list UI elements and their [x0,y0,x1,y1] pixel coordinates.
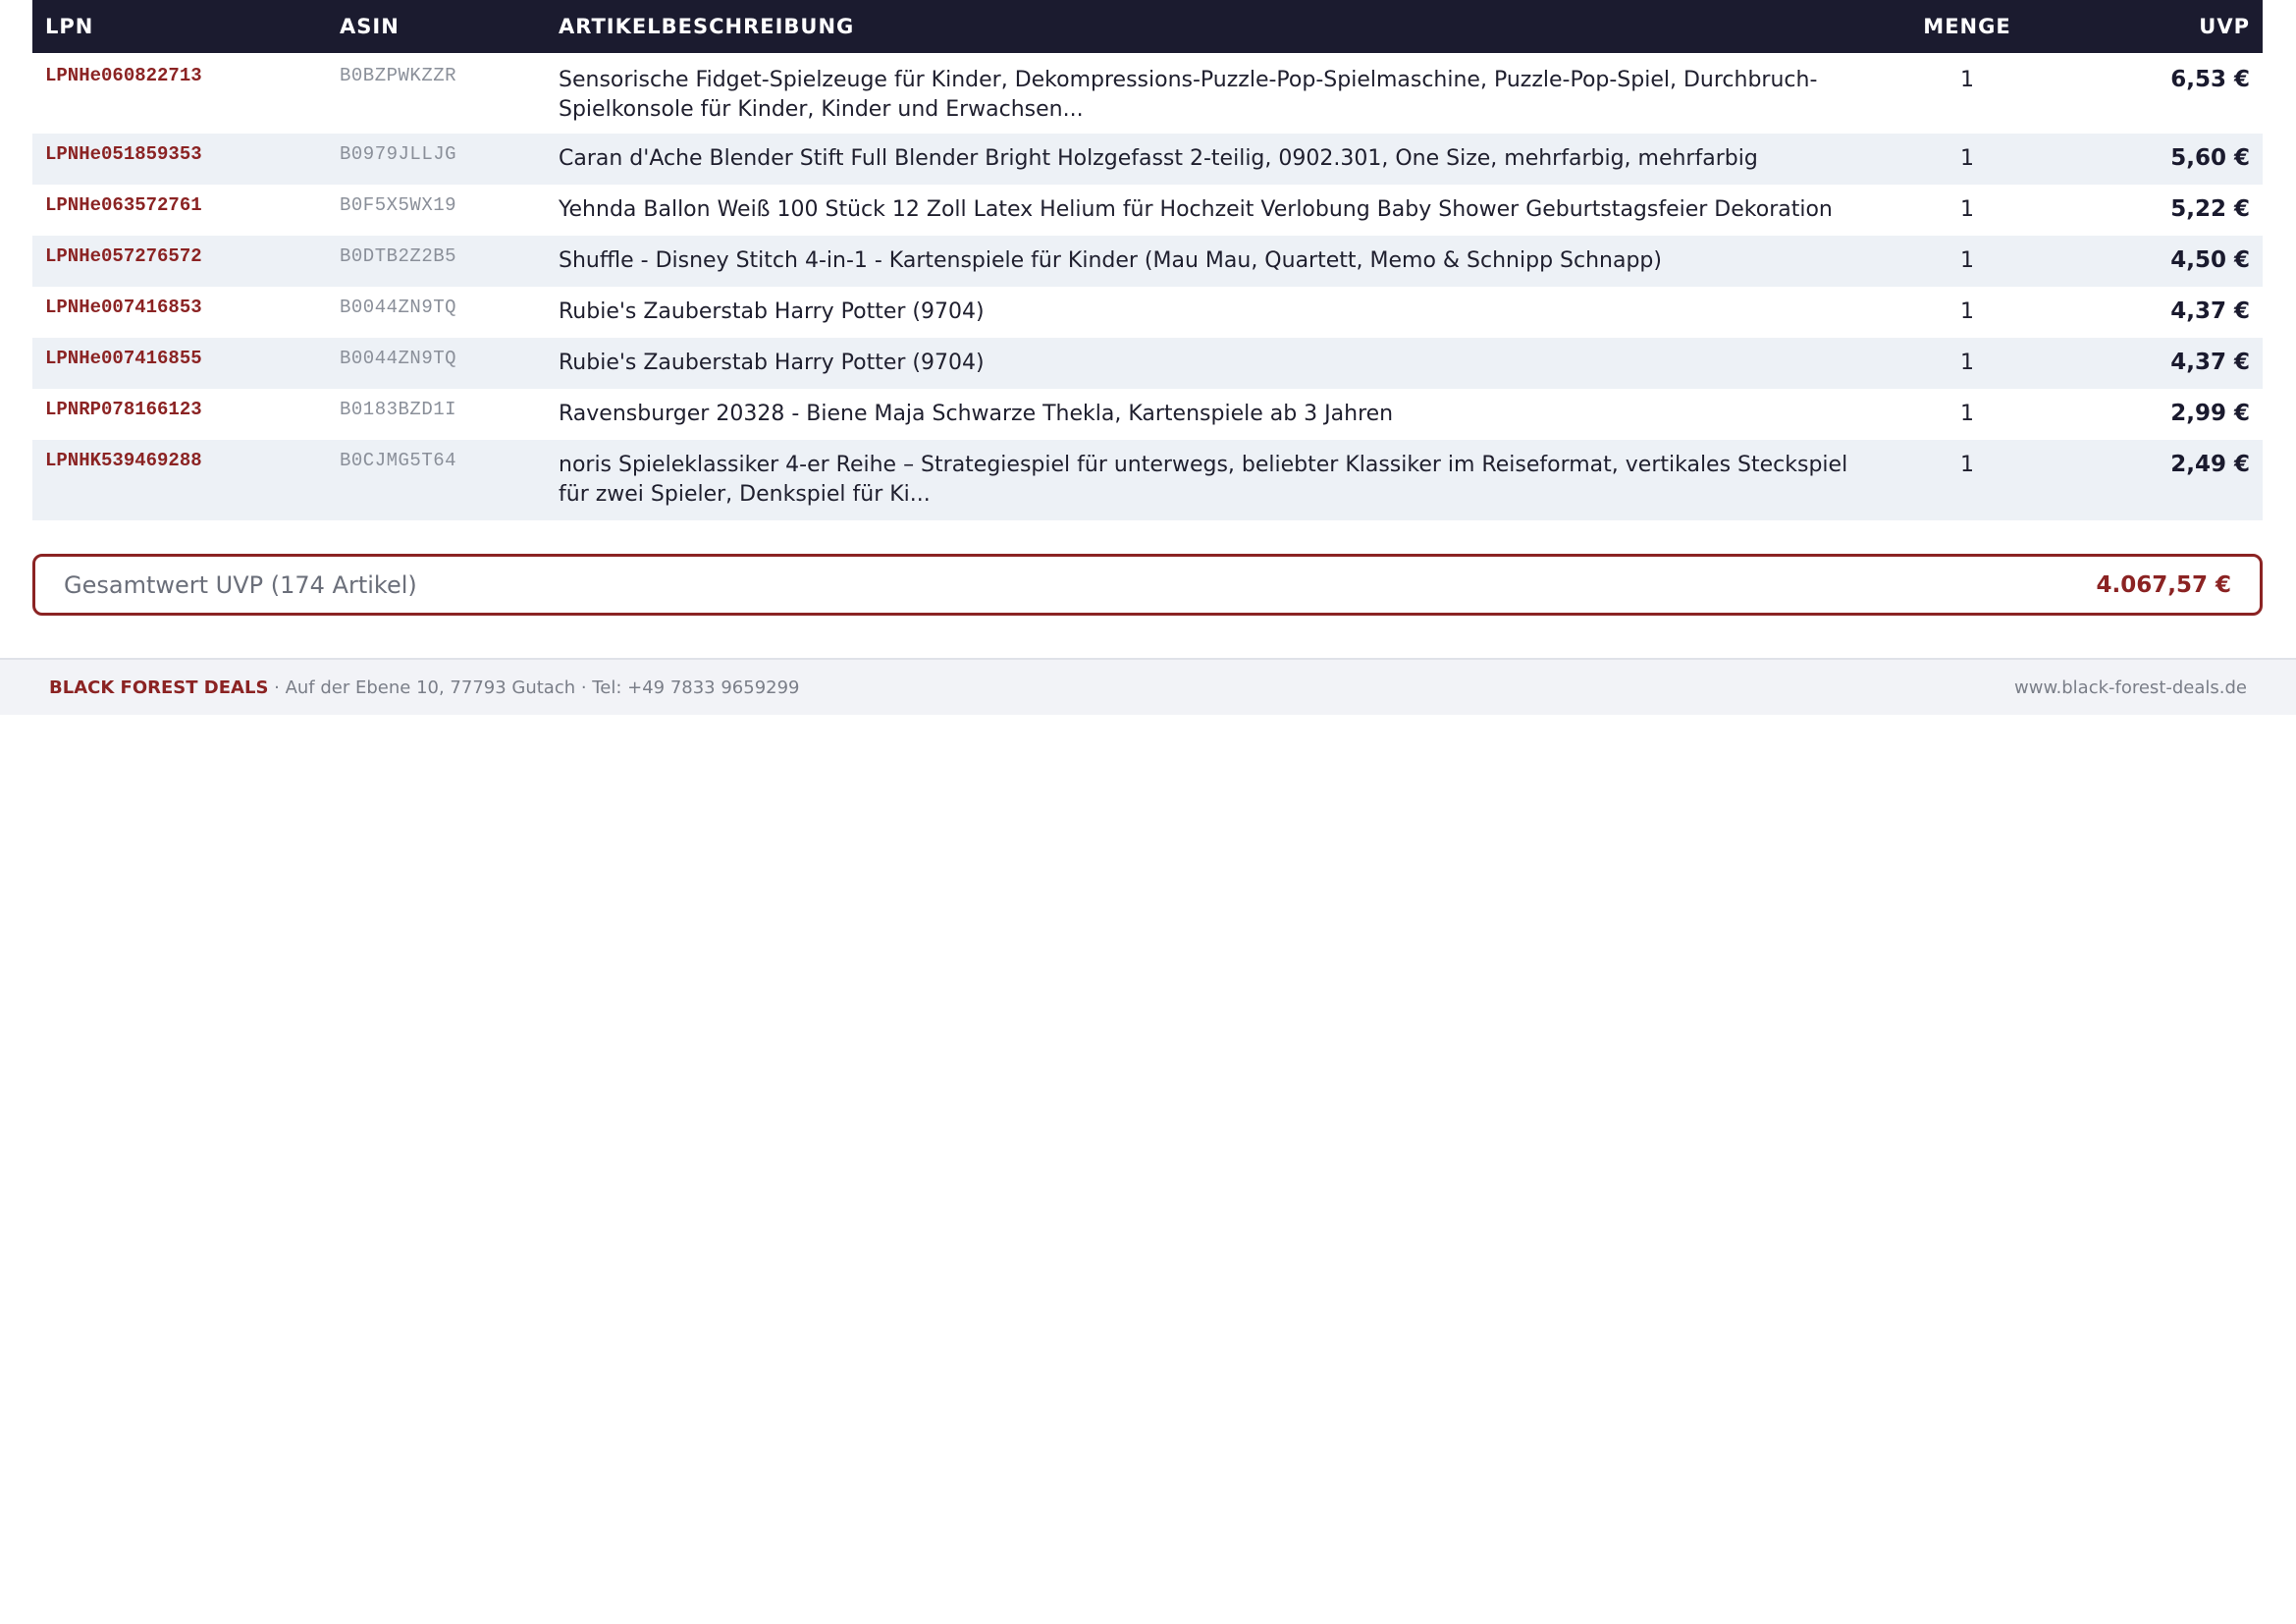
quantity-cell: 1 [1960,351,1974,375]
quantity-cell: 1 [1960,68,1974,92]
total-label: Gesamtwert UVP (174 Artikel) [64,570,417,599]
header-uvp: UVP [2199,15,2250,38]
quantity-cell: 1 [1960,453,1974,477]
quantity-cell: 1 [1960,248,1974,273]
asin-cell: B0CJMG5T64 [340,450,457,471]
uvp-cell: 5,22 € [2170,196,2250,222]
lpn-cell: LPNHe051859353 [45,143,202,165]
company-name: BLACK FOREST DEALS [49,677,269,698]
company-address: · Auf der Ebene 10, 77793 Gutach · Tel: … [268,677,800,698]
description-cell: noris Spieleklassiker 4-er Reihe – Strat… [559,453,1848,507]
document-page: LPN ASIN ARTIKELBESCHREIBUNG MENGE UVP L… [0,0,2296,1624]
table-row: LPNHe060822713 B0BZPWKZZR Sensorische Fi… [32,53,2263,134]
lpn-cell: LPNHe007416853 [45,297,202,318]
uvp-cell: 4,50 € [2170,247,2250,273]
table-row: LPNHe007416853 B0044ZN9TQ Rubie's Zauber… [32,287,2263,338]
total-summary-box: Gesamtwert UVP (174 Artikel) 4.067,57 € [32,554,2263,616]
total-value: 4.067,57 € [2096,571,2231,598]
header-asin: ASIN [340,15,400,38]
table-row: LPNHe007416855 B0044ZN9TQ Rubie's Zauber… [32,338,2263,389]
uvp-cell: 5,60 € [2170,145,2250,171]
lpn-cell: LPNHe007416855 [45,348,202,369]
lpn-cell: LPNHe063572761 [45,194,202,216]
uvp-cell: 4,37 € [2170,350,2250,375]
header-quantity: MENGE [1923,15,2011,38]
quantity-cell: 1 [1960,299,1974,324]
table-row: LPNHK539469288 B0CJMG5T64 noris Spielekl… [32,440,2263,520]
page-footer: BLACK FOREST DEALS · Auf der Ebene 10, 7… [0,658,2296,715]
table-row: LPNHe057276572 B0DTB2Z2B5 Shuffle - Disn… [32,236,2263,287]
uvp-cell: 2,99 € [2170,401,2250,426]
table-row: LPNRP078166123 B0183BZD1I Ravensburger 2… [32,389,2263,440]
lpn-cell: LPNHK539469288 [45,450,202,471]
description-cell: Ravensburger 20328 - Biene Maja Schwarze… [559,402,1394,426]
asin-cell: B0BZPWKZZR [340,65,457,86]
asin-cell: B0044ZN9TQ [340,348,457,369]
lpn-cell: LPNHe057276572 [45,245,202,267]
asin-cell: B0F5X5WX19 [340,194,457,216]
header-lpn: LPN [45,15,94,38]
asin-cell: B0183BZD1I [340,399,457,420]
description-cell: Rubie's Zauberstab Harry Potter (9704) [559,299,985,324]
lpn-cell: LPNHe060822713 [45,65,202,86]
description-cell: Caran d'Ache Blender Stift Full Blender … [559,146,1758,171]
quantity-cell: 1 [1960,197,1974,222]
description-cell: Rubie's Zauberstab Harry Potter (9704) [559,351,985,375]
header-description: ARTIKELBESCHREIBUNG [559,15,855,38]
description-cell: Shuffle - Disney Stitch 4-in-1 - Kartens… [559,248,1662,273]
asin-cell: B0DTB2Z2B5 [340,245,457,267]
quantity-cell: 1 [1960,146,1974,171]
footer-company-info: BLACK FOREST DEALS · Auf der Ebene 10, 7… [49,677,800,698]
table-header: LPN ASIN ARTIKELBESCHREIBUNG MENGE UVP [32,0,2263,53]
lpn-cell: LPNRP078166123 [45,399,202,420]
table-row: LPNHe063572761 B0F5X5WX19 Yehnda Ballon … [32,185,2263,236]
company-website: www.black-forest-deals.de [2014,677,2247,698]
table-row: LPNHe051859353 B0979JLLJG Caran d'Ache B… [32,134,2263,185]
uvp-cell: 2,49 € [2170,452,2250,477]
quantity-cell: 1 [1960,402,1974,426]
inventory-table: LPN ASIN ARTIKELBESCHREIBUNG MENGE UVP L… [32,0,2263,520]
uvp-cell: 4,37 € [2170,298,2250,324]
description-cell: Sensorische Fidget-Spielzeuge für Kinder… [559,68,1818,122]
asin-cell: B0044ZN9TQ [340,297,457,318]
description-cell: Yehnda Ballon Weiß 100 Stück 12 Zoll Lat… [559,197,1833,222]
uvp-cell: 6,53 € [2170,67,2250,92]
asin-cell: B0979JLLJG [340,143,457,165]
